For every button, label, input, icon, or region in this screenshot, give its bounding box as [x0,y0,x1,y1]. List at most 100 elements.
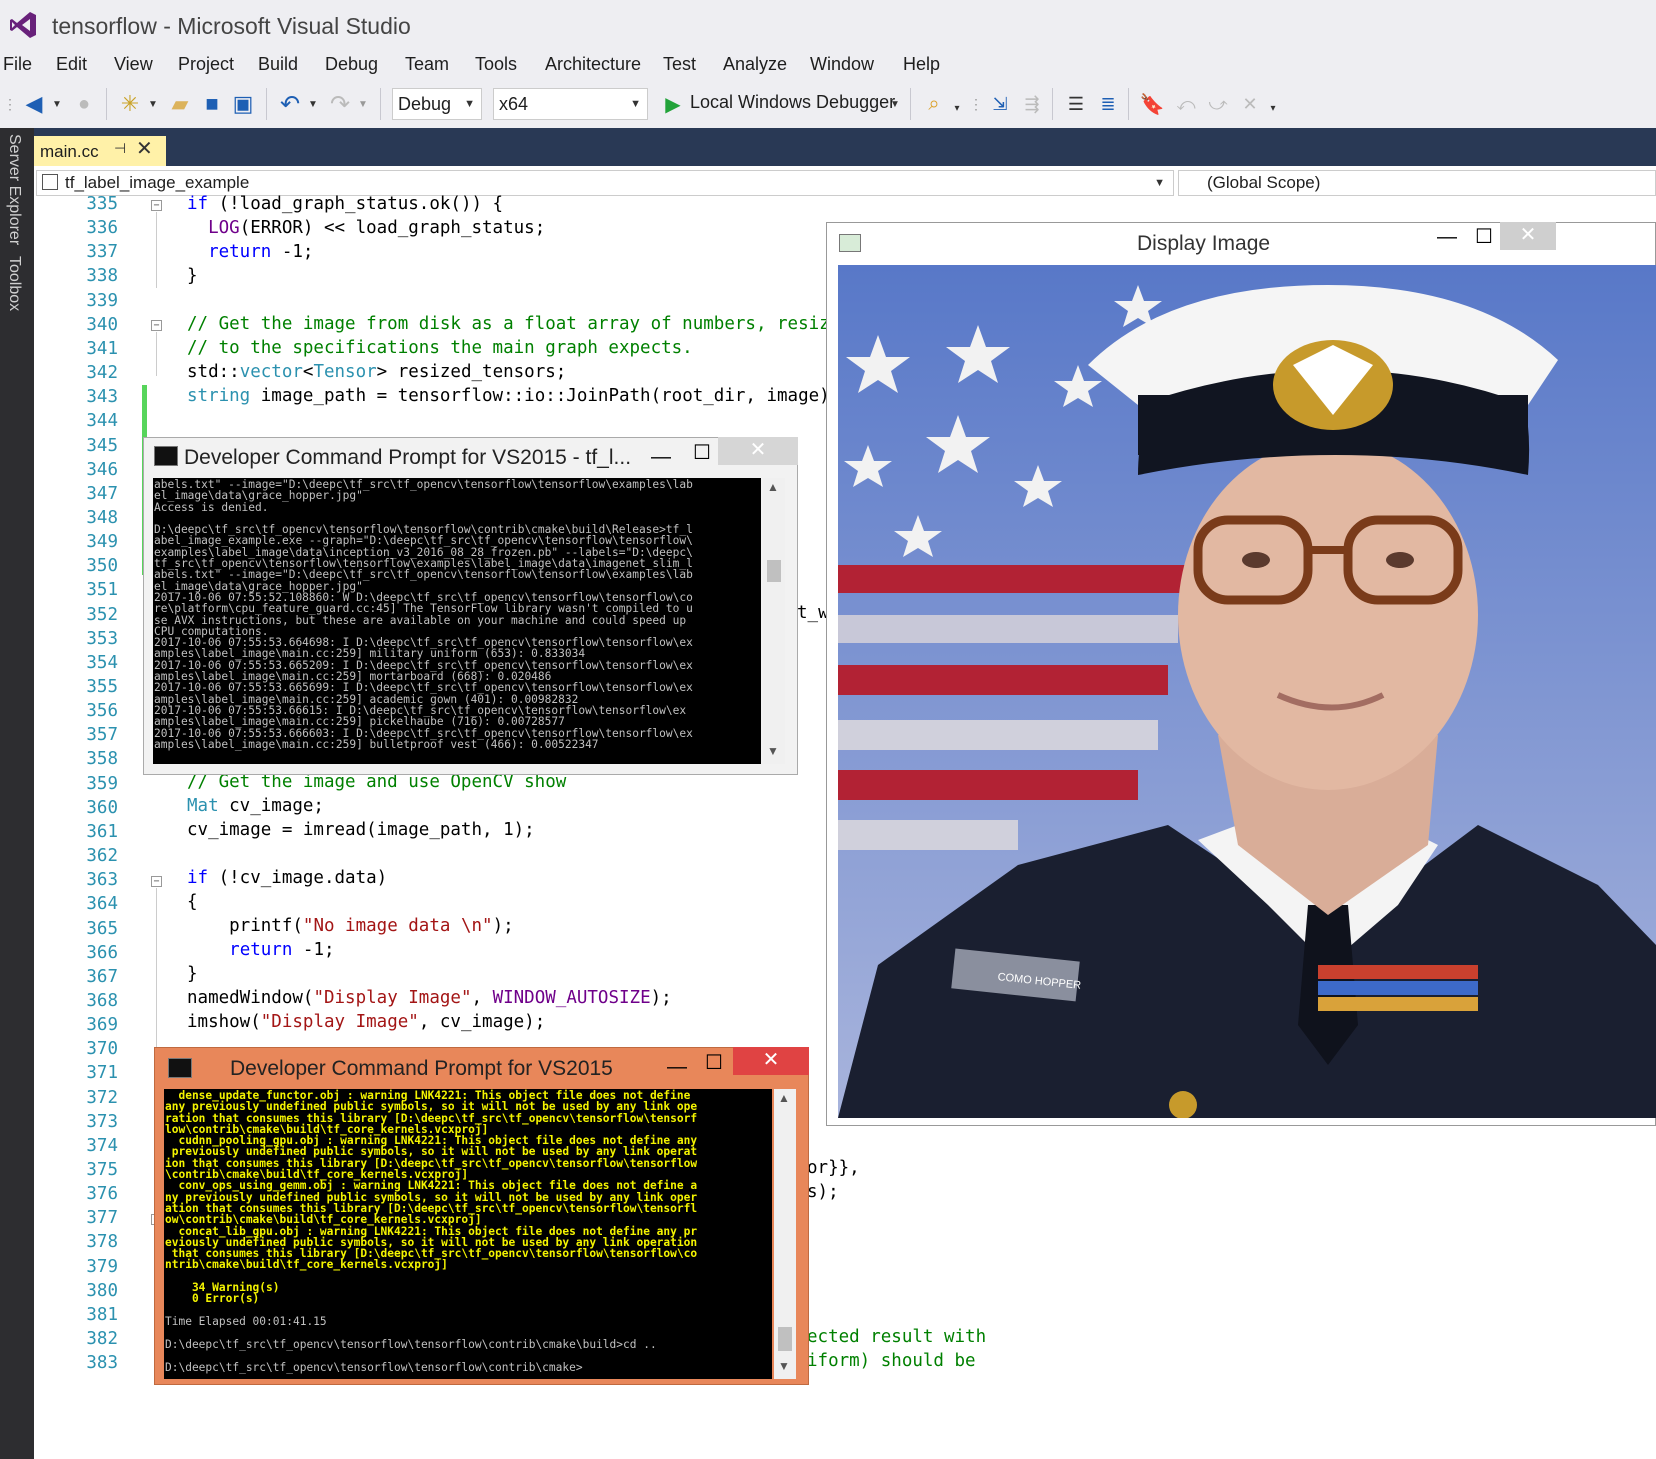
open-folder-icon[interactable]: ▰ [166,88,194,120]
maximize-icon[interactable]: ☐ [1470,224,1498,249]
collapse-icon[interactable]: − [151,320,162,331]
code-line-361: cv_image = imread(image_path, 1); [187,820,535,840]
bookmark-icon[interactable]: 🔖 [1138,88,1166,120]
menu-analyze[interactable]: Analyze [723,54,787,75]
line-number: 349 [86,532,118,553]
code-line-383-fragment: iform) should be [807,1351,976,1371]
new-project-dropdown-icon[interactable]: ▼ [146,88,160,120]
line-number: 383 [86,1353,118,1374]
undo-dropdown-icon[interactable]: ▼ [306,88,320,120]
cmd2-console[interactable]: dense_update_functor.obj : warning LNK42… [164,1089,772,1379]
code-line-337: return -1; [208,242,314,262]
collapse-icon[interactable]: − [151,876,162,887]
scroll-down-icon[interactable]: ▼ [767,744,779,758]
menu-debug[interactable]: Debug [325,54,378,75]
save-all-icon[interactable]: ▣ [228,88,258,120]
start-debugging-icon[interactable]: ▶ [662,88,684,120]
line-number: 346 [86,459,118,480]
maximize-icon[interactable]: ☐ [700,1050,728,1075]
menu-window[interactable]: Window [810,54,874,75]
solution-platform-select[interactable]: x64 ▼ [493,88,648,120]
scroll-thumb[interactable] [767,560,781,582]
opencv-window-icon [839,234,861,252]
console-line: 0 Error(s) [165,1292,260,1306]
menu-view[interactable]: View [114,54,153,75]
project-dropdown[interactable]: tf_label_image_example ▼ [36,170,1174,196]
maximize-icon[interactable]: ☐ [688,440,716,465]
navigate-forward-icon[interactable]: ● [70,88,98,120]
toolbar-overflow-icon[interactable]: ▾ [1266,96,1280,120]
close-icon: ✕ [1519,224,1537,246]
scroll-up-icon[interactable]: ▲ [778,1091,790,1105]
toolbar-grip-icon[interactable]: ⋮ [969,88,983,120]
pin-tab-icon[interactable]: ⊣ [114,140,126,157]
navigate-back-icon[interactable]: ◀ [20,88,48,120]
menu-project[interactable]: Project [178,54,234,75]
line-number: 360 [86,797,118,818]
console-line: ntrib\cmake\build\tf_core_kernels.vcxpro… [165,1258,448,1272]
menu-bar: File Edit View Project Build Debug Team … [0,50,1656,80]
line-number: 379 [86,1256,118,1277]
minimize-icon[interactable]: — [646,446,676,469]
comment-lines-icon[interactable]: ☰ [1062,88,1090,120]
menu-edit[interactable]: Edit [56,54,87,75]
line-number: 375 [86,1160,118,1180]
cmd2-warnings: dense_update_functor.obj : warning LNK42… [165,1090,697,1305]
cmd1-console[interactable]: abels.txt" --image="D:\deepc\tf_src\tf_o… [153,478,761,764]
previous-bookmark-icon[interactable]: ⤺ [1172,88,1200,120]
solution-configuration-select[interactable]: Debug ▼ [392,88,482,120]
menu-build[interactable]: Build [258,54,298,75]
configuration-value: Debug [398,94,452,114]
toolbar-grip-icon[interactable]: ⋮ [3,90,17,118]
clear-bookmarks-icon[interactable]: ✕ [1236,88,1264,120]
scroll-down-icon[interactable]: ▼ [778,1359,790,1373]
scope-dropdown[interactable]: (Global Scope) [1178,170,1656,196]
line-number: 341 [86,338,118,359]
menu-file[interactable]: File [3,54,32,75]
redo-dropdown-icon[interactable]: ▼ [356,88,370,120]
undo-icon[interactable]: ↶ [276,88,304,120]
back-dropdown-icon[interactable]: ▼ [50,88,64,120]
code-line-335: if (!load_graph_status.ok()) { [187,194,504,214]
debugger-dropdown-icon[interactable]: ▼ [888,88,902,120]
scroll-thumb[interactable] [778,1327,792,1351]
step-over-icon[interactable]: ⇶ [1018,88,1046,120]
uncomment-lines-icon[interactable]: ≣ [1094,88,1122,120]
code-line-336: LOG(ERROR) << load_graph_status; [208,218,546,238]
line-number: 352 [86,604,118,625]
menu-test[interactable]: Test [663,54,696,75]
fold-guide [156,212,157,288]
scroll-up-icon[interactable]: ▲ [767,480,779,494]
start-debugger-button[interactable]: Local Windows Debugger [690,92,895,113]
line-number: 356 [86,701,118,722]
find-in-files-icon[interactable]: ⌕ [920,88,948,120]
menu-architecture[interactable]: Architecture [545,54,641,75]
code-line-359: // Get the image and use OpenCV show [187,772,567,792]
toolbox-tab[interactable]: Toolbox [5,256,23,311]
cmd2-scrollbar[interactable]: ▲ ▼ [774,1089,796,1379]
next-bookmark-icon[interactable]: ⤻ [1204,88,1232,120]
line-number: 361 [86,821,118,842]
minimize-icon[interactable]: — [662,1056,692,1079]
chevron-down-icon: ▼ [464,98,475,110]
line-number: 337 [86,242,118,263]
redo-icon[interactable]: ↷ [326,88,354,120]
toolbar-overflow-icon[interactable]: ▾ [950,96,964,120]
save-icon[interactable]: ■ [198,88,226,120]
server-explorer-tab[interactable]: Server Explorer [5,134,23,245]
side-tool-strip: Server Explorer Toolbox [0,128,34,1459]
close-tab-icon[interactable]: ✕ [136,136,153,161]
menu-help[interactable]: Help [903,54,940,75]
line-number: 354 [86,652,118,673]
code-line-360: Mat cv_image; [187,796,324,816]
new-project-icon[interactable]: ✳ [116,88,144,120]
minimize-icon[interactable]: — [1432,226,1462,249]
command-prompt-icon [168,1058,192,1078]
step-into-icon[interactable]: ⇲ [986,88,1014,120]
line-number: 348 [86,507,118,528]
cmd1-scrollbar[interactable]: ▲ ▼ [763,478,785,764]
menu-team[interactable]: Team [405,54,449,75]
menu-tools[interactable]: Tools [475,54,517,75]
collapse-icon[interactable]: − [151,200,162,211]
line-number: 365 [86,918,118,939]
